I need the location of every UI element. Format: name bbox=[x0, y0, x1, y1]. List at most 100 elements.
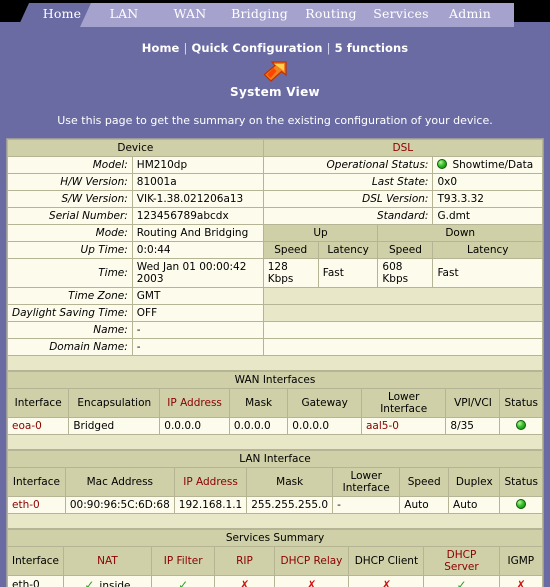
services-row-dhcp-relay: ✗ bbox=[273, 575, 350, 587]
services-col-interface: Interface bbox=[6, 546, 65, 576]
lan-title-row: LAN Interface bbox=[7, 450, 543, 468]
dsl-filler-cell-4 bbox=[262, 338, 544, 356]
device-label-mode: Mode: bbox=[7, 224, 133, 242]
lan-interface-table: LAN Interface Interface Mac Address IP A… bbox=[7, 450, 543, 529]
wan-row-vpi-vci: 8/35 bbox=[445, 417, 501, 435]
device-section-title: Device bbox=[7, 139, 264, 157]
section-spacer bbox=[7, 355, 543, 371]
green-status-led-icon bbox=[437, 159, 448, 169]
device-value-time-zone: GMT bbox=[131, 287, 264, 305]
lan-row-mac-address: 00:90:96:5C:6D:68 bbox=[64, 496, 175, 514]
lan-row-interface[interactable]: eth-0 bbox=[7, 496, 66, 514]
device-dsl-table: Device DSL Model: HM210dp Operational St… bbox=[7, 139, 544, 371]
wan-interfaces-table: WAN Interfaces Interface Encapsulation I… bbox=[6, 371, 543, 450]
device-dsl-header-row: Device DSL bbox=[7, 139, 544, 157]
wan-col-mask: Mask bbox=[228, 388, 289, 418]
device-value-up-time: 0:0:44 bbox=[131, 241, 264, 259]
lan-row-lower-interface: - bbox=[332, 496, 401, 514]
lan-col-ip-address: IP Address bbox=[173, 467, 248, 497]
dsl-value-standard: G.dmt bbox=[432, 207, 543, 225]
table-row: Name: - bbox=[7, 321, 544, 339]
lan-col-lower-interface: Lower Interface bbox=[332, 467, 401, 497]
device-value-domain-name: - bbox=[131, 338, 264, 356]
wan-row-interface[interactable]: eoa-0 bbox=[6, 417, 70, 435]
lan-col-duplex: Duplex bbox=[448, 467, 501, 497]
lan-row-duplex: Auto bbox=[448, 496, 501, 514]
tab-admin[interactable]: Admin bbox=[426, 3, 514, 27]
wan-row-status bbox=[499, 417, 543, 435]
services-row-dhcp-client: ✗ bbox=[348, 575, 425, 587]
device-value-serial-number: 123456789abcdx bbox=[131, 207, 264, 225]
services-col-nat: NAT bbox=[63, 546, 152, 576]
table-row: Serial Number: 123456789abcdx Standard: … bbox=[7, 207, 543, 225]
cross-icon: ✗ bbox=[306, 578, 317, 587]
breadcrumb-home[interactable]: Home bbox=[142, 41, 180, 55]
wan-col-interface: Interface bbox=[6, 388, 70, 418]
page-icon-wrapper bbox=[0, 61, 550, 83]
dsl-filler-cell-2 bbox=[262, 304, 544, 322]
lan-col-speed: Speed bbox=[399, 467, 450, 497]
table-row: eoa-0 Bridged 0.0.0.0 0.0.0.0 0.0.0.0 aa… bbox=[6, 417, 543, 435]
dsl-down-speed-value: 608 Kbps bbox=[377, 258, 434, 288]
dsl-up-speed-header: Speed bbox=[262, 241, 319, 259]
lan-col-status: Status bbox=[499, 467, 543, 497]
services-row-ip-filter: ✓ bbox=[150, 575, 216, 587]
table-row: eth-0 ✓ inside ✓ ✗ ✗ ✗ ✓ ✗ bbox=[6, 575, 544, 587]
table-row: Time Zone: GMT bbox=[7, 287, 544, 305]
wan-col-encapsulation: Encapsulation bbox=[68, 388, 161, 418]
lan-row-ip-address: 192.168.1.1 bbox=[173, 496, 248, 514]
section-spacer bbox=[7, 513, 543, 529]
orange-arrow-icon bbox=[263, 61, 287, 82]
wan-row-encapsulation: Bridged bbox=[68, 417, 161, 435]
services-summary-table: Services Summary Interface NAT IP Filter… bbox=[6, 529, 544, 587]
table-row: Daylight Saving Time: OFF bbox=[7, 304, 544, 322]
green-status-led-icon bbox=[516, 499, 527, 509]
lan-col-interface: Interface bbox=[7, 467, 66, 497]
services-title-row: Services Summary bbox=[7, 529, 543, 547]
wan-col-ip-address: IP Address bbox=[159, 388, 230, 418]
breadcrumb-functions-count: 5 functions bbox=[334, 41, 409, 55]
device-label-domain-name: Domain Name: bbox=[7, 338, 133, 356]
device-label-time-zone: Time Zone: bbox=[7, 287, 133, 305]
services-row-nat: ✓ inside bbox=[63, 575, 152, 587]
lan-col-mask: Mask bbox=[246, 467, 334, 497]
dsl-up-latency-value: Fast bbox=[317, 258, 379, 288]
breadcrumb-separator-2: | bbox=[326, 41, 331, 55]
dsl-down-latency-header: Latency bbox=[432, 241, 543, 259]
services-col-dhcp-client: DHCP Client bbox=[348, 546, 425, 576]
device-label-hw-version: H/W Version: bbox=[7, 173, 133, 191]
lan-header-row: Interface Mac Address IP Address Mask Lo… bbox=[7, 467, 543, 497]
dsl-filler-cell-1 bbox=[262, 287, 544, 305]
dsl-value-operational-status: Showtime/Data bbox=[432, 156, 543, 174]
breadcrumb-quick-configuration[interactable]: Quick Configuration bbox=[191, 41, 322, 55]
device-value-name: - bbox=[131, 321, 264, 339]
wan-interfaces-title: WAN Interfaces bbox=[7, 371, 543, 389]
wan-row-mask: 0.0.0.0 bbox=[228, 417, 289, 435]
dsl-down-latency-value: Fast bbox=[432, 258, 543, 288]
breadcrumb: Home | Quick Configuration | 5 functions bbox=[0, 29, 550, 55]
green-status-led-icon bbox=[516, 420, 527, 430]
wan-col-vpi-vci: VPI/VCI bbox=[445, 388, 501, 418]
services-row-interface: eth-0 bbox=[6, 575, 65, 587]
page-description: Use this page to get the summary on the … bbox=[57, 114, 493, 127]
services-summary-title: Services Summary bbox=[7, 529, 543, 547]
section-spacer bbox=[7, 434, 543, 450]
services-nat-label: inside bbox=[99, 580, 131, 587]
device-label-model: Model: bbox=[7, 156, 133, 174]
wan-header-row: Interface Encapsulation IP Address Mask … bbox=[6, 388, 543, 418]
dsl-value-dsl-version: T93.3.32 bbox=[432, 190, 543, 208]
wan-col-gateway: Gateway bbox=[287, 388, 362, 418]
device-value-mode: Routing And Bridging bbox=[131, 224, 264, 242]
services-col-dhcp-relay: DHCP Relay bbox=[273, 546, 350, 576]
lan-col-mac-address: Mac Address bbox=[64, 467, 175, 497]
table-row: Mode: Routing And Bridging Up Down bbox=[7, 224, 543, 242]
dsl-up-speed-value: 128 Kbps bbox=[262, 258, 319, 288]
services-col-ip-filter: IP Filter bbox=[150, 546, 216, 576]
table-row: Time: Wed Jan 01 00:00:42 2003 128 Kbps … bbox=[7, 258, 543, 288]
lan-row-mask: 255.255.255.0 bbox=[246, 496, 334, 514]
wan-row-lower-interface[interactable]: aal5-0 bbox=[360, 417, 447, 435]
table-row: eth-0 00:90:96:5C:6D:68 192.168.1.1 255.… bbox=[7, 496, 543, 514]
device-label-sw-version: S/W Version: bbox=[7, 190, 133, 208]
dsl-label-dsl-version: DSL Version: bbox=[262, 190, 434, 208]
device-value-model: HM210dp bbox=[131, 156, 264, 174]
